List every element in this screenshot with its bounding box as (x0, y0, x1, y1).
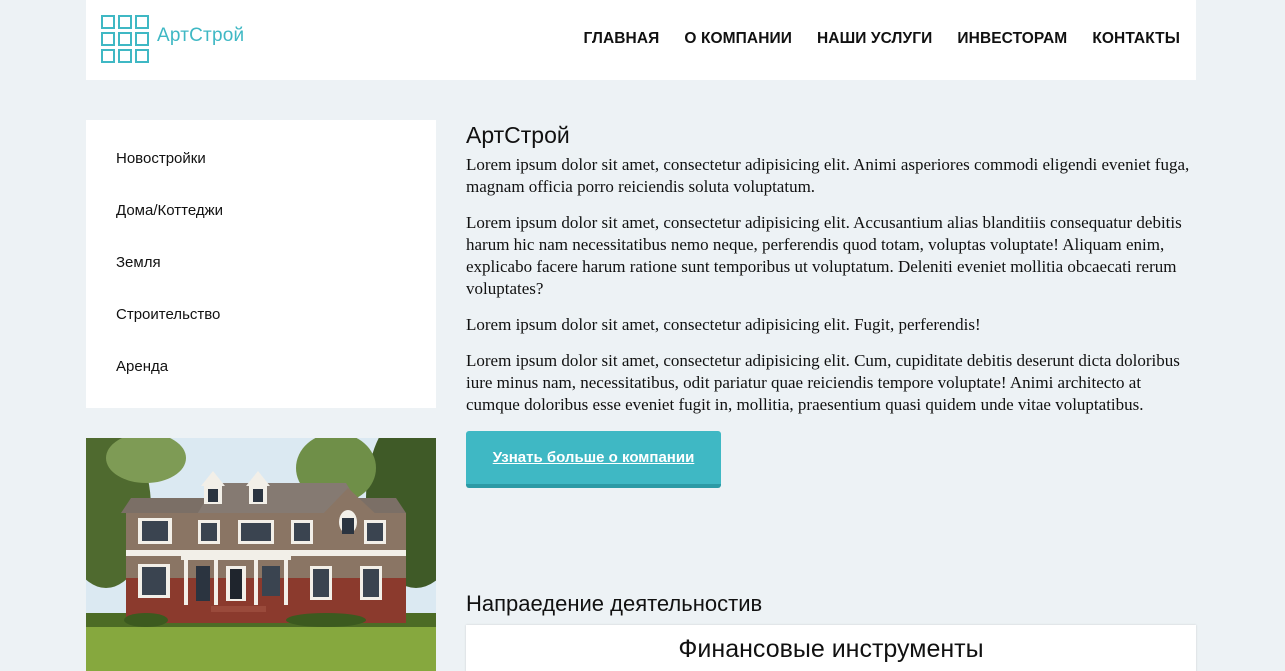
sidebar-item-new-buildings[interactable]: Новостройки (86, 150, 436, 202)
paragraph-4: Lorem ipsum dolor sit amet, consectetur … (466, 351, 1180, 414)
page-title: АртСтрой (466, 122, 570, 148)
sidebar-item-construction[interactable]: Строительство (86, 306, 436, 358)
nav-investors[interactable]: ИНВЕСТОРАМ (957, 30, 1067, 48)
logo-text: АртСтрой (157, 25, 245, 46)
section-title: Напраедение деятельностив (466, 591, 763, 616)
paragraph-3: Lorem ipsum dolor sit amet, consectetur … (466, 315, 981, 334)
sidebar-menu: Новостройки Дома/Коттеджи Земля Строител… (86, 120, 436, 408)
nav-about[interactable]: О КОМПАНИИ (684, 30, 792, 48)
logo[interactable]: АртСтрой (101, 15, 244, 63)
nav-home[interactable]: ГЛАВНАЯ (583, 30, 659, 48)
sidebar-item-land[interactable]: Земля (86, 254, 436, 306)
sidebar-item-rent[interactable]: Аренда (86, 358, 436, 410)
card-title: Финансовые инструменты (678, 635, 984, 663)
logo-grid-icon (101, 15, 149, 63)
main-nav: ГЛАВНАЯ О КОМПАНИИ НАШИ УСЛУГИ ИНВЕСТОРА… (558, 30, 1180, 48)
learn-more-button[interactable]: Узнать больше о компании (466, 431, 721, 488)
financial-instruments-card[interactable]: Финансовые инструменты (466, 625, 1196, 671)
nav-services[interactable]: НАШИ УСЛУГИ (817, 30, 932, 48)
main-content: АртСтрой Lorem ipsum dolor sit amet, con… (466, 120, 1196, 488)
sidebar-item-houses[interactable]: Дома/Коттеджи (86, 202, 436, 254)
paragraph-2: Lorem ipsum dolor sit amet, consectetur … (466, 213, 1182, 298)
paragraph-1: Lorem ipsum dolor sit amet, consectetur … (466, 155, 1190, 196)
house-illustration (86, 438, 436, 671)
house-photo (86, 438, 436, 671)
site-header: АртСтрой ГЛАВНАЯ О КОМПАНИИ НАШИ УСЛУГИ … (86, 0, 1196, 80)
nav-contacts[interactable]: КОНТАКТЫ (1092, 30, 1180, 48)
